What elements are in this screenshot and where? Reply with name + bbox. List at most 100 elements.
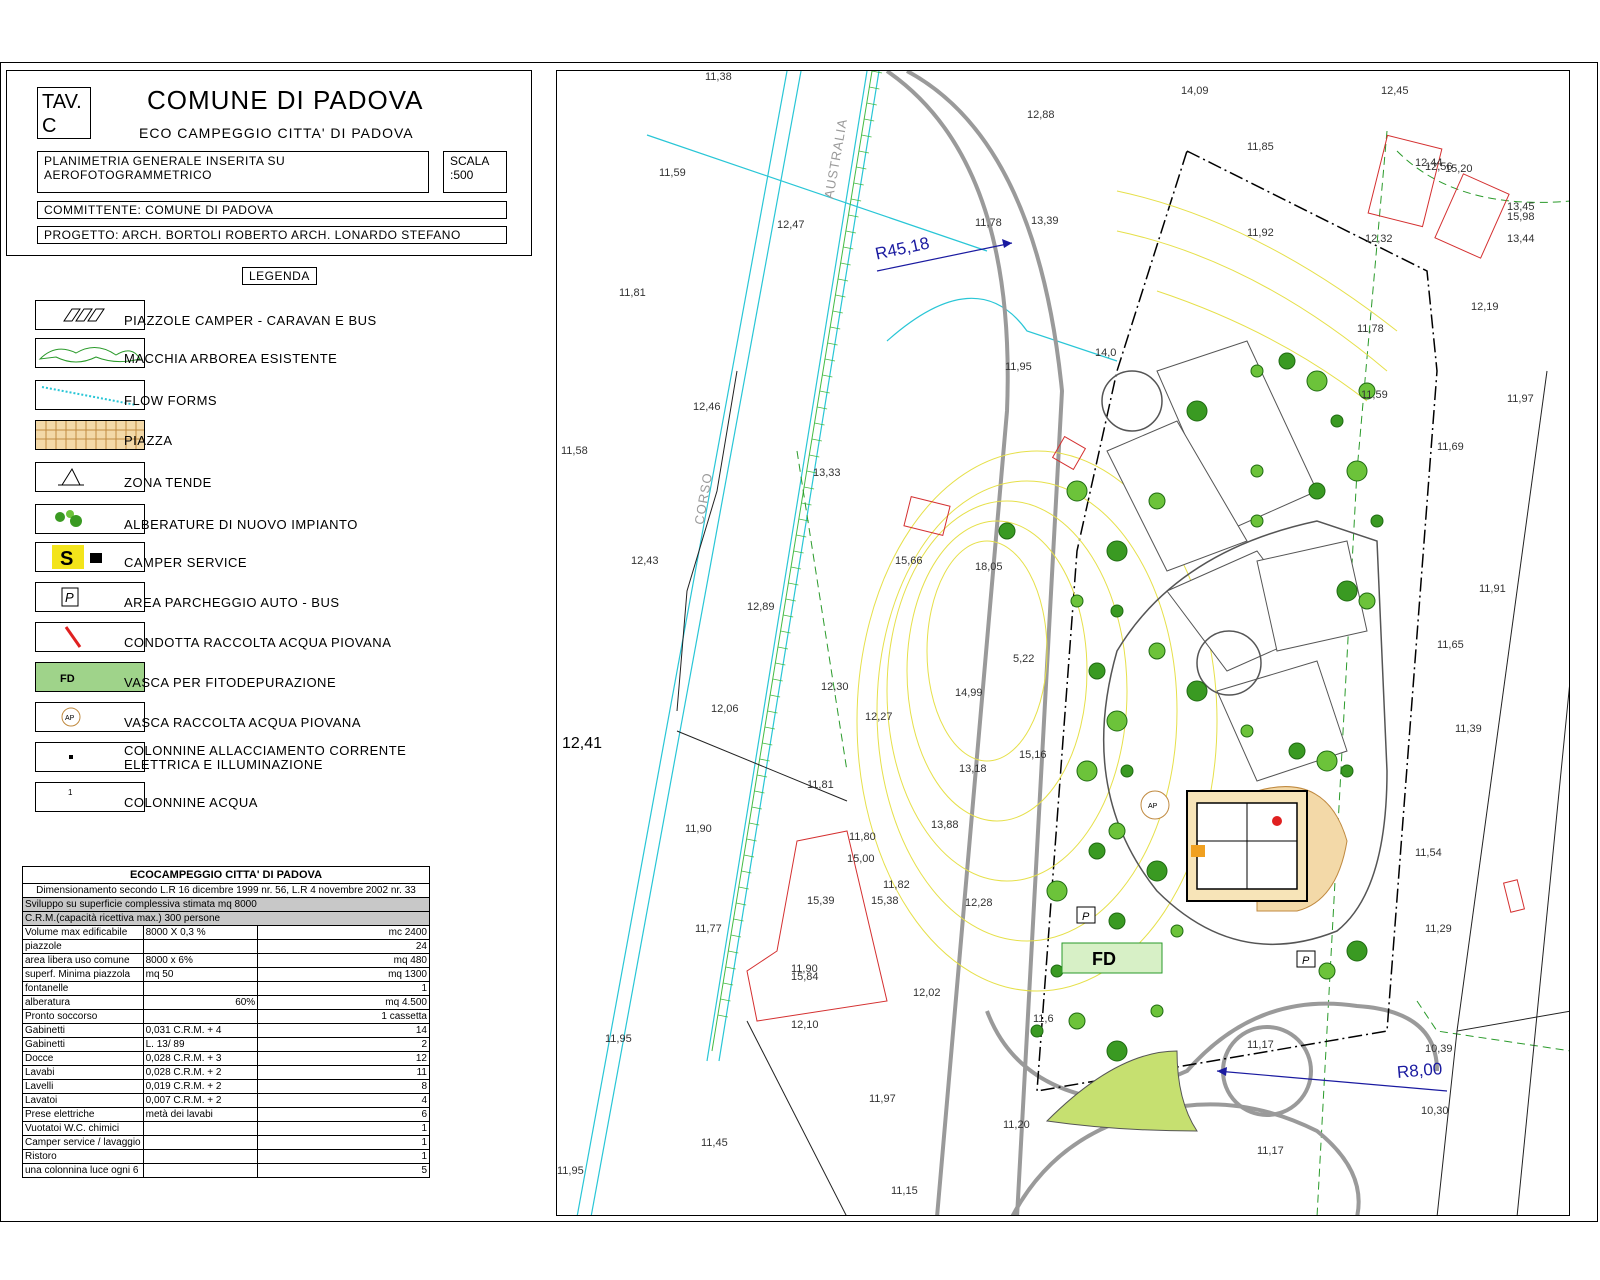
table-cell: Ristoro <box>22 1149 144 1164</box>
table-cell: 0,028 C.R.M. + 2 <box>142 1065 259 1080</box>
table-cell: Pronto soccorso <box>22 1009 144 1024</box>
table-cell: 8000 x 6% <box>142 953 259 968</box>
spot-height: 11,59 <box>1361 389 1388 401</box>
tree <box>1240 724 1254 738</box>
spot-height: 11,39 <box>1455 723 1482 735</box>
table-cell: L. 13/ 89 <box>142 1037 259 1052</box>
legend-label: COLONNINE ACQUA <box>124 795 258 810</box>
spot-height: 11,78 <box>975 217 1002 229</box>
table-cell: Gabinetti <box>22 1037 144 1052</box>
spot-height: 13,33 <box>813 467 841 479</box>
spot-height: 13,18 <box>959 763 987 775</box>
table-cell <box>142 1009 259 1024</box>
tree <box>1346 940 1368 962</box>
table-cell: 1 <box>257 1121 430 1136</box>
spot-height: 15,00 <box>847 853 875 865</box>
spot-height: 11,85 <box>1247 141 1274 153</box>
table-row: Lavabi 0,028 C.R.M. + 2 11 <box>22 1065 430 1080</box>
project-subtitle: ECO CAMPEGGIO CITTA' DI PADOVA <box>139 125 414 141</box>
spot-height: 11,80 <box>849 831 876 843</box>
spot-height: 15,84 <box>791 971 819 983</box>
site-plan-map: AP FD P P 11,38 12,88 14,09 12,45 11,85 … <box>556 70 1570 1216</box>
table-cell: 1 <box>257 981 430 996</box>
spot-height: 11,6 <box>1033 1013 1054 1025</box>
spot-height: 14,0 <box>1095 347 1117 359</box>
tree <box>1120 764 1134 778</box>
dimensioning-table: ECOCAMPEGGIO CITTA' DI PADOVA Dimensiona… <box>22 866 430 1178</box>
table-row: Prese elettriche metà dei lavabi 6 <box>22 1107 430 1122</box>
table-row: Lavelli 0,019 C.R.M. + 28 <box>22 1079 430 1094</box>
tree <box>1068 1012 1086 1030</box>
tree <box>1318 962 1336 980</box>
spot-height: 11,54 <box>1415 847 1442 859</box>
tree <box>1250 514 1264 528</box>
spot-height: 14,09 <box>1181 85 1209 97</box>
ap-symbol-label: AP <box>1148 803 1158 810</box>
spot-height: 12,32 <box>1365 233 1393 245</box>
table-cell: mq 50 <box>142 967 259 982</box>
table-row: alberatura 60% mq 4.500 <box>22 995 430 1010</box>
table-cell: mq 480 <box>257 953 430 968</box>
table-row: Gabinetti L. 13/ 89 2 <box>22 1037 430 1052</box>
table-cell: 1 <box>257 1135 430 1150</box>
spot-height: 11,29 <box>1425 923 1452 935</box>
table-cell: 0,028 C.R.M. + 3 <box>142 1051 259 1066</box>
spot-height: 12,45 <box>1381 85 1409 97</box>
table-cell: 14 <box>257 1023 430 1038</box>
tree <box>1146 860 1168 882</box>
table-cell: Docce <box>22 1051 144 1066</box>
spot-height: 11,82 <box>883 879 910 891</box>
service-building <box>1186 786 1348 912</box>
table-cell: 24 <box>257 939 430 954</box>
camper-pitches <box>1106 340 1368 782</box>
plan-line-2: AEROFOTOGRAMMETRICO <box>44 168 212 182</box>
title-block: TAV. C COMUNE DI PADOVA ECO CAMPEGGIO CI… <box>6 70 532 256</box>
legend-label: COLONNINE ALLACCIAMENTO CORRENTE ELETTRIC… <box>124 743 407 772</box>
tree <box>1186 680 1208 702</box>
spot-height: 12,06 <box>711 703 739 715</box>
tree <box>1316 750 1338 772</box>
tree <box>1066 480 1088 502</box>
tree <box>1288 742 1306 760</box>
tree <box>1340 764 1354 778</box>
spot-height: 11,97 <box>869 1093 896 1105</box>
tree <box>1148 642 1166 660</box>
spot-height: 11,58 <box>561 445 588 457</box>
svg-text:FD: FD <box>60 673 75 685</box>
spot-height: 11,97 <box>1507 393 1534 405</box>
tree <box>1050 964 1064 978</box>
table-cell: 0,019 C.R.M. + 2 <box>142 1079 259 1094</box>
site-plan-drawing: AP FD P P <box>576 71 1569 1215</box>
spot-height: 12,89 <box>747 601 775 613</box>
table-row: Vuotatoi W.C. chimici 1 <box>22 1121 430 1136</box>
tree <box>1308 482 1326 500</box>
legend-label: CONDOTTA RACCOLTA ACQUA PIOVANA <box>124 635 392 650</box>
spot-height: 11,95 <box>557 1165 584 1177</box>
spot-height: 11,17 <box>1257 1145 1284 1157</box>
table-cell: una colonnina luce ogni 6 <box>22 1163 144 1178</box>
spot-height: 11,59 <box>659 167 686 179</box>
tree <box>1150 1004 1164 1018</box>
table-cell <box>142 939 259 954</box>
spot-height: 11,17 <box>1247 1039 1274 1051</box>
table-row: una colonnina luce ogni 6 5 <box>22 1163 430 1178</box>
legend-label: ZONA TENDE <box>124 475 212 490</box>
table-row: area libera uso comune 8000 x 6% mq 480 <box>22 953 430 968</box>
svg-text:AP: AP <box>65 715 75 722</box>
spot-height: 14,99 <box>955 687 983 699</box>
table-cell: 0,031 C.R.M. + 4 <box>142 1023 259 1038</box>
table-row: fontanelle 1 <box>22 981 430 996</box>
table-cell: 8 <box>257 1079 430 1094</box>
table-title: ECOCAMPEGGIO CITTA' DI PADOVA <box>22 866 430 884</box>
spot-height: 11,45 <box>701 1137 728 1149</box>
table-row: Ristoro 1 <box>22 1149 430 1164</box>
legend-label: VASCA PER FITODEPURAZIONE <box>124 675 337 690</box>
tree <box>1070 594 1084 608</box>
tree <box>1278 352 1296 370</box>
table-cell: fontanelle <box>22 981 144 996</box>
tree <box>1330 414 1344 428</box>
spot-height: 12,27 <box>865 711 893 723</box>
existing-buildings <box>746 134 1526 1022</box>
table-cell: Lavelli <box>22 1079 144 1094</box>
spot-height: 12,10 <box>791 1019 819 1031</box>
